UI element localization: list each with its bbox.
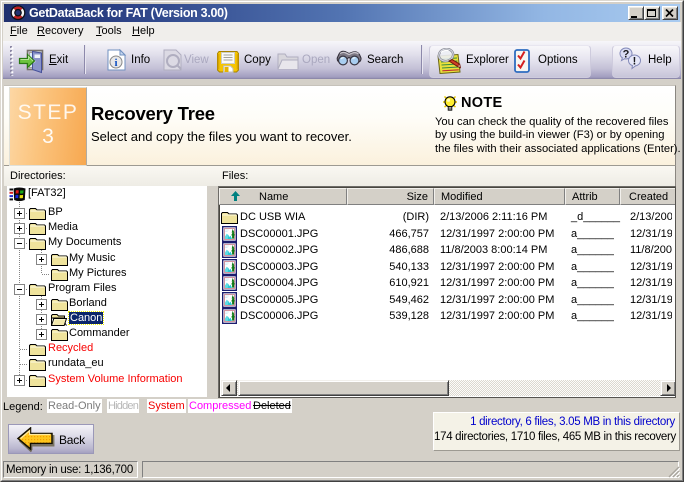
svg-text:i: i [114,57,117,69]
svg-text:!: ! [633,56,637,68]
